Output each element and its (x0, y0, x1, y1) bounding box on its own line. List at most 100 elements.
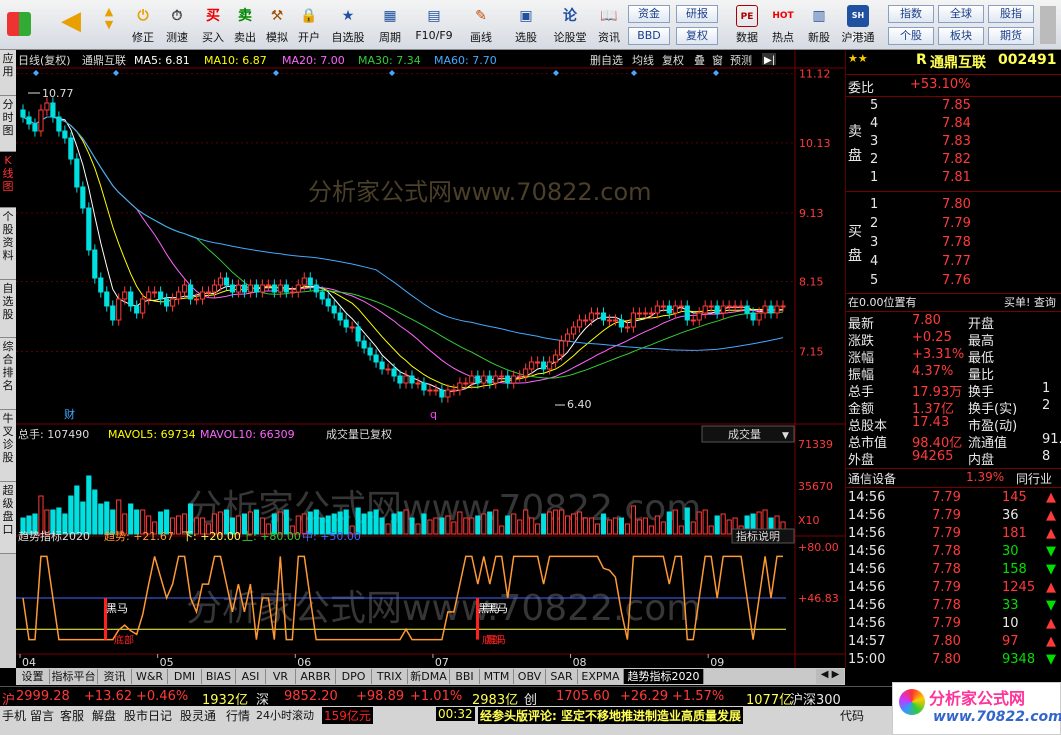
indicator-tab[interactable]: DMI (168, 669, 202, 684)
book-row[interactable]: 5 7.85 (846, 98, 1061, 116)
forum-button[interactable]: 论论股堂 (550, 2, 590, 48)
indicator-tab[interactable]: BIAS (202, 669, 236, 684)
diary-link[interactable]: 股市日记 (124, 707, 172, 724)
mobile-link[interactable]: 手机 (2, 707, 26, 724)
data-button[interactable]: PE 数据 (730, 2, 764, 48)
indicator-tab[interactable]: VR (266, 669, 296, 684)
indicator-tab[interactable]: 设置 (16, 669, 50, 684)
news-button[interactable]: 📖 资讯 (592, 2, 626, 48)
overlay-button[interactable]: 叠 (694, 54, 705, 67)
kline-chart[interactable]: 11.12 10.13 9.13 8.15 7.15 分析家公式网www.70822.c… (16, 50, 845, 669)
toolbar-scroll[interactable] (1040, 6, 1056, 44)
tab-kline[interactable]: K线图 (0, 152, 16, 208)
indicator-tab[interactable]: 趋势指标2020 (624, 669, 704, 684)
indicator-tab[interactable]: 新DMA (408, 669, 450, 684)
chart-period-label[interactable]: 日线(复权) (18, 53, 71, 67)
open-account-button[interactable]: 🔒 开户 (292, 2, 326, 48)
book-row[interactable]: 1 7.80 (846, 197, 1061, 215)
book-row[interactable]: 14:56 7.78 33 ▼ (846, 598, 1061, 616)
message-link[interactable]: 留言 (30, 707, 54, 724)
book-row[interactable]: 2 7.79 (846, 216, 1061, 234)
book-row[interactable]: 14:56 7.79 181 ▲ (846, 526, 1061, 544)
correct-button[interactable]: ⏻ 修正 (126, 2, 160, 48)
forecast-button[interactable]: 预测 (730, 54, 752, 67)
indicator-tab[interactable]: 指标平台 (50, 669, 98, 684)
fq-button[interactable]: 复权 (676, 27, 718, 45)
book-row[interactable]: 4 7.84 (846, 116, 1061, 134)
book-row[interactable]: 总手 17.93万 换手 1 (846, 381, 1061, 400)
position-query[interactable]: 买单! 查询 (1004, 294, 1056, 310)
speedtest-button[interactable]: ⏱ 测速 (160, 2, 194, 48)
tab-stock-info[interactable]: 个股资料 (0, 208, 16, 280)
book-row[interactable]: 2 7.82 (846, 152, 1061, 170)
news-headline[interactable]: 经参头版评论: 坚定不移地推进制造业高质量发展 (478, 707, 743, 724)
book-row[interactable]: 5 7.76 (846, 273, 1061, 291)
book-row[interactable]: 14:56 7.79 1245 ▲ (846, 580, 1061, 598)
research-button[interactable]: 研报 (676, 5, 718, 23)
single-stock-button[interactable]: 个股 (888, 27, 934, 45)
book-row[interactable]: 3 7.78 (846, 235, 1061, 253)
finance-mark[interactable]: 财 (64, 407, 75, 421)
tab-watchlist[interactable]: 自选股 (0, 280, 16, 338)
book-row[interactable]: 外盘 94265 内盘 8 (846, 449, 1061, 468)
industry-name[interactable]: 通信设备 (848, 470, 896, 487)
book-row[interactable]: 14:56 7.79 145 ▲ (846, 490, 1061, 508)
indicator-tab[interactable]: DPO (336, 669, 372, 684)
star-icon[interactable]: ★★ (848, 52, 868, 65)
app-logo-icon[interactable] (2, 2, 36, 48)
book-row[interactable]: 14:57 7.80 97 ▲ (846, 634, 1061, 652)
book-row[interactable]: 4 7.77 (846, 254, 1061, 272)
bbd-button[interactable]: BBD (628, 27, 670, 45)
simulate-button[interactable]: ⚒ 模拟 (260, 2, 294, 48)
book-row[interactable]: 最新 7.80 开盘 (846, 313, 1061, 332)
analysis-link[interactable]: 解盘 (92, 707, 116, 724)
period-button[interactable]: ▦ 周期 (372, 2, 408, 48)
fund-button[interactable]: 资金 (628, 5, 670, 23)
back-arrow-icon[interactable]: ◀ (52, 2, 90, 48)
indicator-tab[interactable]: TRIX (372, 669, 408, 684)
indicator-tab[interactable]: BBI (450, 669, 480, 684)
book-row[interactable]: 涨跌 +0.25 最高 (846, 330, 1061, 349)
adjust-button[interactable]: 复权 (662, 53, 684, 67)
remove-watchlist-button[interactable]: 删自选 (590, 54, 623, 67)
book-row[interactable]: 15:00 7.80 9348 ▼ (846, 652, 1061, 670)
f10-button[interactable]: ▤ F10/F9 (412, 2, 456, 48)
book-row[interactable]: 14:56 7.79 36 ▲ (846, 508, 1061, 526)
buy-button[interactable]: 买买入 (196, 2, 230, 48)
global-button[interactable]: 全球 (938, 5, 984, 23)
ma-toggle-button[interactable]: 均线 (632, 53, 654, 67)
book-row[interactable]: 振幅 4.37% 量比 (846, 364, 1061, 383)
stock-picker-button[interactable]: ▣ 选股 (506, 2, 546, 48)
book-row[interactable]: 14:56 7.78 30 ▼ (846, 544, 1061, 562)
service-link[interactable]: 客服 (60, 707, 84, 724)
book-row[interactable]: 1 7.81 (846, 170, 1061, 188)
tab-apps[interactable]: 应用 (0, 50, 16, 96)
stock-index-button[interactable]: 股指 (988, 5, 1034, 23)
indicator-tab[interactable]: EXPMA (578, 669, 624, 684)
tab-order-book[interactable]: 超级盘口 (0, 482, 16, 554)
tab-ranking[interactable]: 综合排名 (0, 338, 16, 410)
book-row[interactable]: 总股本 17.43 市盈(动) (846, 415, 1061, 434)
indicator-tab[interactable]: W&R (132, 669, 168, 684)
book-row[interactable]: 总市值 98.40亿 流通值 91. (846, 432, 1061, 451)
indicator-tab[interactable]: SAR (546, 669, 578, 684)
window-button[interactable]: 窗 (712, 53, 723, 67)
indicator-tab[interactable]: OBV (514, 669, 546, 684)
book-row[interactable]: 金额 1.37亿 换手(实) 2 (846, 398, 1061, 417)
gulingtong-link[interactable]: 股灵通 (180, 707, 216, 724)
code-input-label[interactable]: 代码 (840, 707, 864, 724)
q-mark[interactable]: q (430, 408, 437, 421)
sector-button[interactable]: 板块 (938, 27, 984, 45)
index-button[interactable]: 指数 (888, 5, 934, 23)
tab-diagnosis[interactable]: 牛叉诊股 (0, 410, 16, 482)
sell-button[interactable]: 卖卖出 (228, 2, 262, 48)
hotspot-button[interactable]: HOT 热点 (766, 2, 800, 48)
hk-connect-button[interactable]: SH HK 沪港通 (838, 2, 878, 48)
indicator-tab[interactable]: ARBR (296, 669, 336, 684)
book-row[interactable]: 14:56 7.79 10 ▲ (846, 616, 1061, 634)
book-row[interactable]: 3 7.83 (846, 134, 1061, 152)
nav-up-down-icon[interactable]: ▲ ▼ (96, 2, 122, 48)
indicator-tab[interactable]: 资讯 (98, 669, 132, 684)
industry-peers[interactable]: 同行业 (1016, 470, 1052, 487)
ipo-button[interactable]: ▥ 新股 (802, 2, 836, 48)
